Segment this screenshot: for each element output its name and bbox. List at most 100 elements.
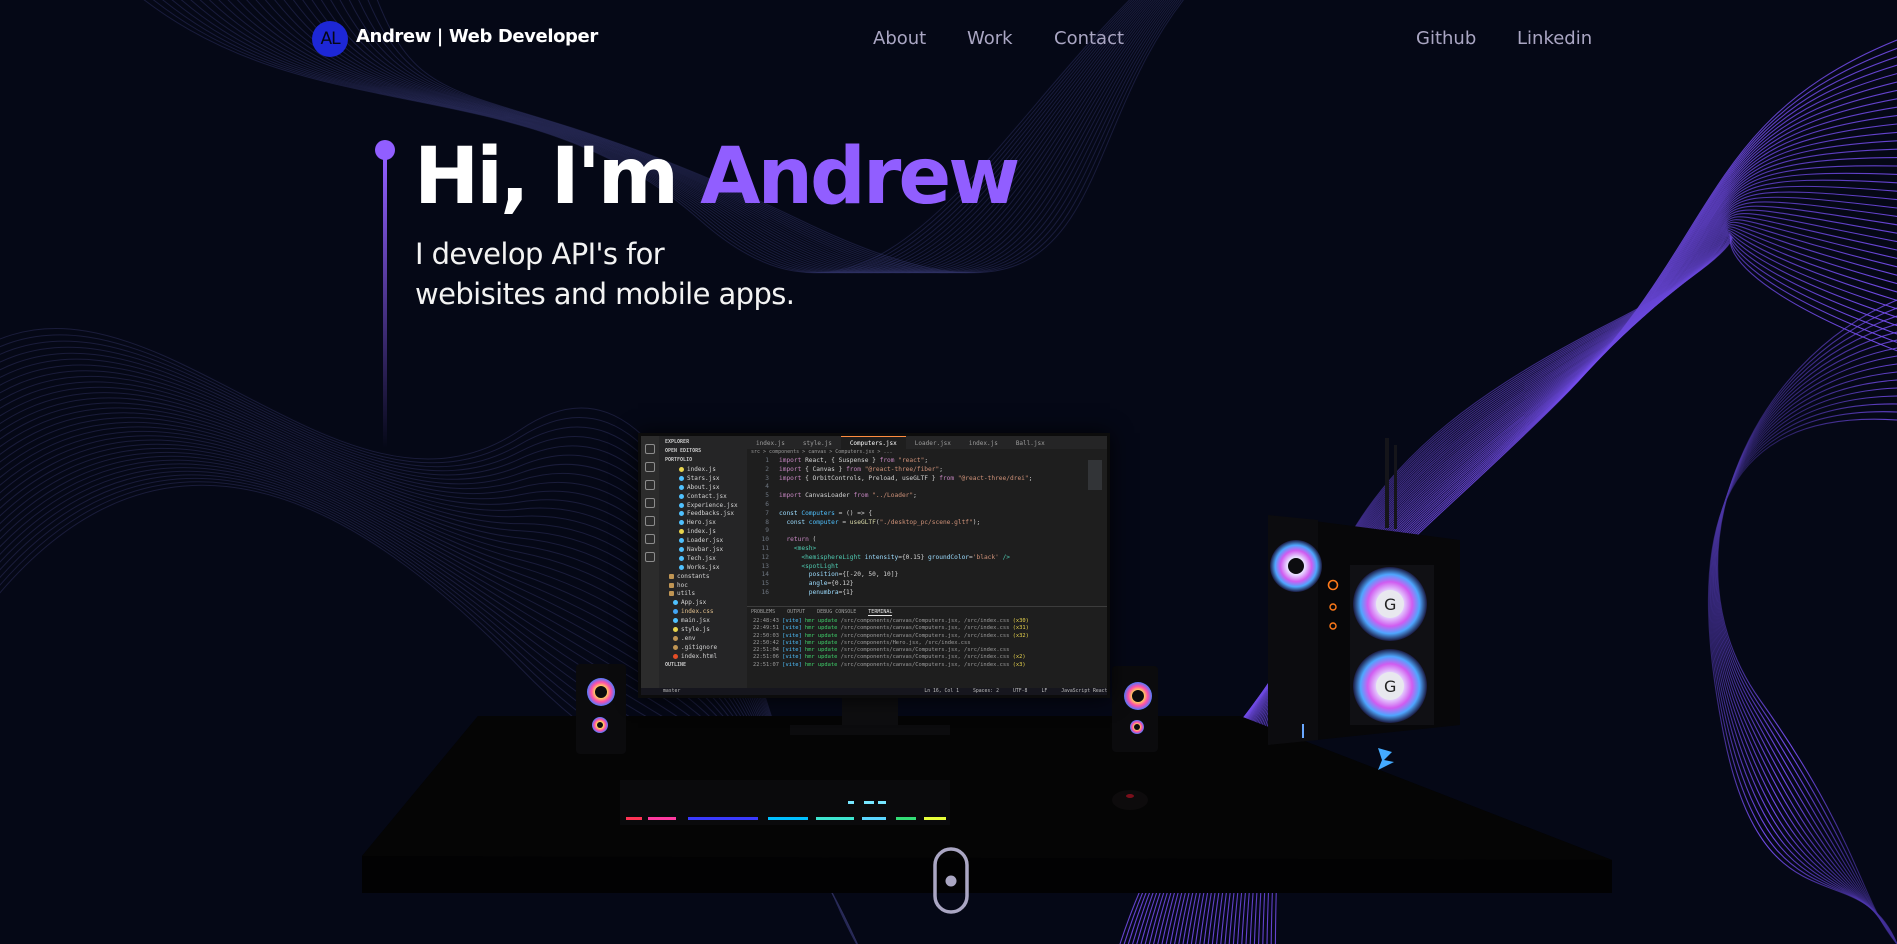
file-icon xyxy=(679,467,684,472)
explorer-title: EXPLORER xyxy=(665,439,690,445)
source-control-icon xyxy=(645,480,655,490)
status-item[interactable]: UTF-8 xyxy=(1013,689,1027,694)
explorer-file-label: Contact.jsx xyxy=(687,492,727,500)
explorer-file-label: index.js xyxy=(687,528,716,536)
file-icon xyxy=(679,547,684,553)
file-icon xyxy=(679,511,684,517)
keyboard xyxy=(620,780,950,825)
explorer-file-label: Works.jsx xyxy=(687,563,720,571)
editor-breadcrumb: src > components > canvas > Computers.js… xyxy=(751,449,893,455)
hero-name: Andrew xyxy=(700,132,1020,222)
left-speaker xyxy=(576,664,626,754)
panel-tab[interactable]: DEBUG CONSOLE xyxy=(817,609,856,615)
file-icon xyxy=(679,520,684,526)
explorer-file[interactable]: Contact.jsx xyxy=(659,493,747,502)
explorer-file-label: .gitignore xyxy=(681,643,718,651)
explorer-file-label: Experience.jsx xyxy=(687,501,738,509)
mouse xyxy=(1112,790,1148,810)
remote-icon xyxy=(645,534,655,544)
project-label: PORTFOLIO xyxy=(665,457,693,463)
editor-tabs: index.js style.js Computers.jsx Loader.jsx i… xyxy=(747,436,1107,450)
hero-accent-dot xyxy=(375,140,395,160)
explorer-file[interactable]: main.jsx xyxy=(659,617,747,626)
file-icon xyxy=(673,600,678,606)
editor-code: 1 import React, { Suspense } from "react"… xyxy=(761,457,1033,596)
terminal-line: 22:49:51 [vite] hmr update /src/componen… xyxy=(753,625,1029,632)
file-icon xyxy=(673,627,678,633)
terminal-line: 22:48:43 [vite] hmr update /src/componen… xyxy=(753,618,1029,624)
monitor-stand xyxy=(842,695,898,729)
explorer-file[interactable]: App.jsx xyxy=(659,599,747,608)
status-item[interactable]: Ln 16, Col 1 xyxy=(924,689,959,694)
extensions-icon xyxy=(645,516,655,526)
file-icon xyxy=(673,653,678,659)
explorer-file[interactable]: .gitignore xyxy=(659,644,747,653)
explorer-file[interactable]: Hero.jsx xyxy=(659,519,747,528)
file-icon xyxy=(673,635,678,641)
folder-icon xyxy=(669,582,674,588)
explorer-file-label: Navbar.jsx xyxy=(687,546,724,554)
explorer-file[interactable]: Stars.jsx xyxy=(659,475,747,484)
status-item[interactable]: master xyxy=(663,689,680,694)
explorer-file-label: About.jsx xyxy=(687,483,720,491)
scroll-indicator[interactable] xyxy=(932,846,972,916)
explorer-file-label: constants xyxy=(677,572,710,580)
svg-text:G: G xyxy=(1384,595,1396,614)
explorer-file[interactable]: .env xyxy=(659,635,747,644)
terminal-line: 22:51:07 [vite] hmr update /src/componen… xyxy=(753,661,1026,668)
right-speaker xyxy=(1112,666,1158,752)
explorer-file-label: App.jsx xyxy=(681,599,707,607)
editor-tab[interactable]: Computers.jsx xyxy=(840,436,906,450)
explorer-file[interactable]: index.css xyxy=(659,608,747,617)
status-item[interactable]: LF xyxy=(1041,689,1047,694)
panel-tab[interactable]: PROBLEMS xyxy=(751,609,775,615)
monitor-screen: EXPLORER OPEN EDITORS PORTFOLIO index.js… xyxy=(638,433,1110,698)
explorer-file[interactable]: Loader.jsx xyxy=(659,537,747,546)
explorer-file[interactable]: Feedbacks.jsx xyxy=(659,510,747,519)
file-icon xyxy=(679,564,684,570)
file-icon xyxy=(673,618,678,624)
folder-icon xyxy=(669,573,674,579)
explorer-file-label: Loader.jsx xyxy=(687,537,724,545)
outline-label: OUTLINE xyxy=(665,661,687,668)
hero-subtitle-line1: I develop API's for xyxy=(415,237,665,271)
explorer-file[interactable]: Works.jsx xyxy=(659,564,747,573)
explorer-file-label: index.js xyxy=(687,466,716,473)
file-icon xyxy=(679,502,684,508)
file-icon xyxy=(679,538,684,544)
explorer-file-label: index.html xyxy=(681,652,718,660)
pc-tower: G G xyxy=(1268,438,1460,770)
explorer-file[interactable]: Tech.jsx xyxy=(659,555,747,564)
explorer-file[interactable]: index.html xyxy=(659,653,747,662)
run-debug-icon xyxy=(645,498,655,508)
folder-icon xyxy=(669,591,674,597)
file-icon xyxy=(673,609,678,615)
hero-subtitle-line2: webisites and mobile apps. xyxy=(415,277,795,311)
explorer-file[interactable]: utils xyxy=(659,590,747,599)
explorer-file[interactable]: Navbar.jsx xyxy=(659,546,747,555)
open-editors-label: OPEN EDITORS xyxy=(665,448,702,454)
explorer-file[interactable]: About.jsx xyxy=(659,484,747,493)
explorer-file[interactable]: hoc xyxy=(659,582,747,591)
svg-text:G: G xyxy=(1384,677,1396,696)
terminal-line: 22:51:06 [vite] hmr update /src/componen… xyxy=(753,654,1026,661)
file-icon xyxy=(679,484,684,490)
hero-title: Hi, I'm Andrew xyxy=(414,130,1020,224)
status-item[interactable]: Spaces: 2 xyxy=(973,689,999,694)
files-icon xyxy=(645,444,655,454)
explorer-file[interactable]: style.js xyxy=(659,626,747,635)
explorer-file[interactable]: index.js xyxy=(659,528,747,537)
panel-tab[interactable]: TERMINAL xyxy=(868,609,893,616)
status-item[interactable]: JavaScript React xyxy=(1061,689,1107,694)
editor-terminal-panel: PROBLEMS OUTPUT DEBUG CONSOLE TERMINAL 22:4… xyxy=(747,606,1107,689)
panel-tab[interactable]: OUTPUT xyxy=(787,609,805,615)
terminal-line: 22:50:42 [vite] hmr update /src/componen… xyxy=(753,639,971,646)
explorer-file[interactable]: constants xyxy=(659,573,747,582)
explorer-file[interactable]: Experience.jsx xyxy=(659,502,747,511)
explorer-file-label: .env xyxy=(681,634,696,642)
terminal-line: 22:51:04 [vite] hmr update /src/componen… xyxy=(753,647,1010,654)
explorer-file-label: main.jsx xyxy=(681,617,710,625)
explorer-file[interactable]: index.js xyxy=(659,466,747,475)
file-icon xyxy=(679,493,684,499)
explorer-file-label: hoc xyxy=(677,581,688,589)
